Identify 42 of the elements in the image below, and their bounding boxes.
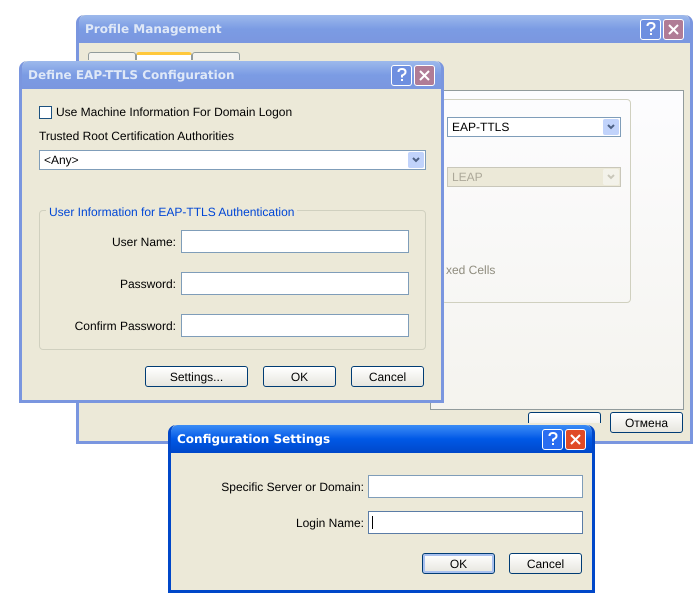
dialog-button[interactable]: Cancel bbox=[509, 553, 582, 574]
tab[interactable] bbox=[88, 52, 136, 60]
close-icon bbox=[668, 24, 679, 34]
text-field[interactable] bbox=[181, 230, 409, 253]
field-label: Login Name: bbox=[294, 514, 365, 532]
text-field[interactable] bbox=[368, 511, 583, 534]
field-label: Password: bbox=[118, 276, 177, 292]
field-label: Confirm Password: bbox=[74, 318, 177, 334]
field-label: User Name: bbox=[110, 234, 177, 250]
tab[interactable] bbox=[136, 52, 192, 60]
help-icon bbox=[396, 68, 406, 82]
window-title: Configuration Settings bbox=[177, 431, 330, 448]
dialog-button[interactable]: Settings... bbox=[145, 366, 248, 387]
help-button[interactable] bbox=[542, 428, 563, 450]
dropdown[interactable]: EAP-TTLS bbox=[447, 117, 621, 137]
dialog-button[interactable]: OK bbox=[422, 553, 495, 574]
checkbox[interactable] bbox=[39, 106, 52, 118]
dialog-button[interactable]: Отмена bbox=[610, 412, 683, 433]
field-label: Trusted Root Certification Authorities bbox=[39, 128, 235, 145]
text-field[interactable] bbox=[181, 272, 409, 295]
help-button[interactable] bbox=[640, 18, 661, 40]
window-title: Profile Management bbox=[85, 21, 222, 38]
close-button[interactable] bbox=[414, 64, 435, 86]
option-label: xed Cells bbox=[446, 262, 496, 279]
tab[interactable] bbox=[192, 52, 240, 60]
text-cursor bbox=[372, 516, 373, 529]
close-button[interactable] bbox=[663, 18, 684, 40]
window-title: Define EAP-TTLS Configuration bbox=[28, 67, 235, 84]
dropdown[interactable]: <Any> bbox=[39, 150, 426, 170]
close-button[interactable] bbox=[565, 428, 586, 450]
dialog-button[interactable] bbox=[528, 412, 601, 423]
close-icon bbox=[570, 434, 581, 444]
help-button[interactable] bbox=[391, 64, 412, 86]
field-label: Specific Server or Domain: bbox=[220, 478, 365, 496]
close-icon bbox=[419, 70, 430, 80]
text-field[interactable] bbox=[181, 314, 409, 337]
text-field[interactable] bbox=[368, 475, 583, 498]
checkbox-option[interactable]: Use Machine Information For Domain Logon bbox=[39, 103, 424, 121]
dialog-button[interactable]: OK bbox=[263, 366, 336, 387]
dialog-button[interactable]: Cancel bbox=[351, 366, 424, 387]
help-icon bbox=[548, 432, 558, 446]
help-icon bbox=[646, 22, 656, 36]
